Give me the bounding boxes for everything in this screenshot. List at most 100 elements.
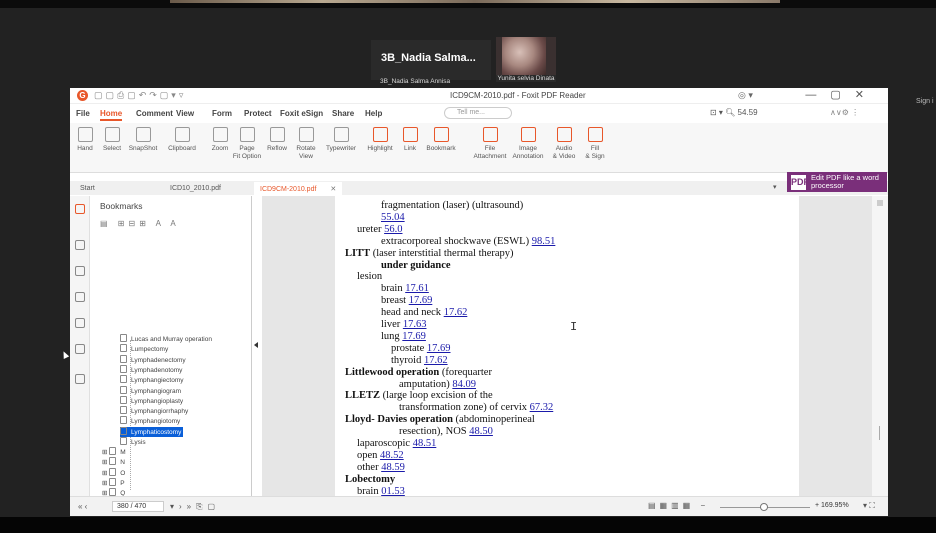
code-link[interactable]: 48.52: [380, 450, 404, 461]
bookmark-item[interactable]: Lymphangioplasty: [120, 395, 183, 406]
tab-dropdown-icon[interactable]: ▾: [773, 183, 777, 191]
pdf-page[interactable]: I fragmentation (laser) (ultrasound) 55.0…: [335, 196, 799, 496]
tab-icd10-2010-pdf[interactable]: ICD10_2010.pdf: [164, 182, 227, 195]
ribbon-hand-button[interactable]: Hand: [72, 123, 98, 173]
menu-help[interactable]: Help: [365, 109, 382, 118]
ribbon-rotate-view-button[interactable]: Rotate View: [292, 123, 320, 173]
next-last-page-icon[interactable]: ▾›»⎘▢: [170, 502, 220, 512]
code-link[interactable]: 48.59: [381, 462, 405, 473]
bookmark-panel-icon[interactable]: [75, 204, 85, 214]
code-link[interactable]: 17.69: [402, 331, 426, 342]
ribbon-highlight-button[interactable]: Highlight: [362, 123, 398, 173]
attachment-icon[interactable]: [75, 318, 85, 328]
bookmark-group[interactable]: ⊞ P: [102, 477, 125, 488]
expand-icon[interactable]: ⊞: [102, 459, 109, 466]
code-link[interactable]: 48.51: [413, 438, 437, 449]
scroll-up-arrow[interactable]: [877, 200, 883, 206]
document-area: I fragmentation (laser) (ultrasound) 55.0…: [262, 196, 872, 496]
edit-pdf-promo-button[interactable]: PDF Edit PDF like a word processor: [787, 172, 887, 192]
code-link[interactable]: 17.69: [427, 343, 451, 354]
bookmark-item[interactable]: Lymphangiectomy: [120, 375, 184, 385]
code-link[interactable]: 17.69: [409, 295, 433, 306]
code-link[interactable]: 98.51: [532, 236, 556, 247]
tell-me-search[interactable]: Tell me...: [444, 107, 512, 119]
bookmark-item[interactable]: Lymphaticostomy: [120, 426, 184, 437]
ribbon-audio-video-button[interactable]: Audio & Video: [548, 123, 580, 173]
menu-protect[interactable]: Protect: [244, 109, 272, 118]
presenter-tile[interactable]: 3B_Nadia Salma... 3B_Nadia Salma Annisa: [371, 40, 491, 85]
participant-tile[interactable]: Yunita selvia Dinata: [496, 37, 556, 82]
page-thumbnail-icon[interactable]: [75, 240, 85, 250]
ribbon-snapshot-button[interactable]: SnapShot: [126, 123, 160, 173]
bookmark-tools[interactable]: ▤ ⊞⊟⊞ A A: [100, 219, 180, 228]
collapse-panel-icon[interactable]: [254, 342, 258, 348]
tab-start[interactable]: Start: [74, 182, 101, 195]
doc-line: extracorporeal shockwave (ESWL) 98.51: [381, 236, 555, 248]
security-icon[interactable]: [75, 344, 85, 354]
layers-icon[interactable]: [75, 292, 85, 302]
menu-form[interactable]: Form: [212, 109, 232, 118]
menu-comment[interactable]: Comment: [136, 109, 173, 118]
bookmark-item[interactable]: Lumpectomy: [120, 344, 168, 354]
menu-file[interactable]: File: [76, 109, 90, 118]
tab-icd9cm-2010-pdf[interactable]: ICD9CM-2010.pdf ✕: [254, 182, 343, 195]
menu-home[interactable]: Home: [100, 109, 123, 121]
ribbon-reflow-button[interactable]: Reflow: [264, 123, 290, 173]
zoom-slider-knob[interactable]: [760, 503, 768, 511]
code-link[interactable]: 17.62: [444, 307, 468, 318]
code-link[interactable]: 67.32: [530, 402, 554, 413]
ribbon-typewriter-button[interactable]: Typewriter: [322, 123, 360, 173]
ribbon-image-annotation-button[interactable]: Image Annotation: [510, 123, 546, 173]
code-link[interactable]: 84.09: [452, 379, 476, 390]
menu-share[interactable]: Share: [332, 109, 354, 118]
code-link[interactable]: 56.0: [384, 224, 402, 235]
tab-close-icon[interactable]: ✕: [330, 186, 336, 193]
bookmark-item[interactable]: Lymphangiogram: [120, 385, 181, 396]
bookmark-item[interactable]: Lymphangiotomy: [120, 416, 180, 426]
bookmark-group[interactable]: ⊞ O: [102, 467, 125, 478]
ribbon-nav[interactable]: ∧∨⚙ ⋮: [830, 108, 859, 117]
bookmark-icon: [109, 477, 117, 486]
code-link[interactable]: 48.50: [469, 426, 493, 437]
document-scrollbar[interactable]: [872, 196, 888, 496]
expand-icon[interactable]: ⊞: [102, 480, 109, 487]
bookmark-item[interactable]: Lymphangiorrhaphy: [120, 406, 188, 416]
ribbon-bookmark-button[interactable]: Bookmark: [422, 123, 460, 173]
page-number-input[interactable]: 380 / 470: [112, 501, 164, 512]
ribbon-clipboard-button[interactable]: Clipboard: [162, 123, 202, 173]
first-prev-page-icon[interactable]: « ‹: [78, 502, 87, 511]
signature-icon[interactable]: [75, 374, 85, 384]
code-link[interactable]: 17.63: [403, 319, 427, 330]
ribbon-label: SnapShot: [128, 145, 158, 152]
ribbon-link-button[interactable]: Link: [400, 123, 420, 173]
bookmark-item[interactable]: Lymphadenectomy: [120, 354, 186, 365]
view-mode-icons[interactable]: ▤▦▥▦ −: [648, 501, 709, 510]
ribbon-fill-sign-button[interactable]: Fill & Sign: [582, 123, 608, 173]
ribbon-page-fit-option-button[interactable]: Page Fit Option: [232, 123, 262, 173]
scroll-thumb[interactable]: [879, 426, 880, 440]
code-link[interactable]: 17.61: [405, 283, 429, 294]
expand-icon[interactable]: ⊞: [102, 449, 109, 456]
bookmark-item[interactable]: Lucas and Murray operation: [120, 334, 212, 344]
bookmark-item[interactable]: Lysis: [120, 437, 146, 447]
comments-icon[interactable]: [75, 266, 85, 276]
code-link[interactable]: 01.53: [381, 486, 405, 496]
zoom-control[interactable]: ⊡ ▾ 🔍︎ 54.59: [710, 108, 758, 117]
quick-access-toolbar[interactable]: ▢▢⎙▢↶↷▢▾▿: [94, 90, 186, 101]
code-link[interactable]: 17.62: [424, 355, 448, 366]
expand-icon[interactable]: ⊞: [102, 470, 109, 477]
ribbon-zoom-button[interactable]: Zoom: [208, 123, 232, 173]
account-icon[interactable]: ◎ ▾: [738, 90, 753, 101]
ribbon-file-attachment-button[interactable]: File Attachment: [472, 123, 508, 173]
zoom-value: 54.59: [737, 108, 758, 117]
menu-foxit-esign[interactable]: Foxit eSign: [280, 109, 323, 118]
bookmark-group[interactable]: ⊞ N: [102, 457, 125, 467]
window-controls[interactable]: —▢✕: [805, 88, 878, 101]
code-link[interactable]: 55.04: [381, 212, 405, 223]
ribbon-select-button[interactable]: Select: [100, 123, 124, 173]
ribbon-label: Reflow: [267, 145, 287, 152]
bookmark-item[interactable]: Lymphadenotomy: [120, 364, 182, 375]
bookmark-group[interactable]: ⊞ M: [102, 447, 126, 457]
menu-view[interactable]: View: [176, 109, 194, 118]
fit-icon[interactable]: ▾ ⛶: [863, 501, 875, 511]
